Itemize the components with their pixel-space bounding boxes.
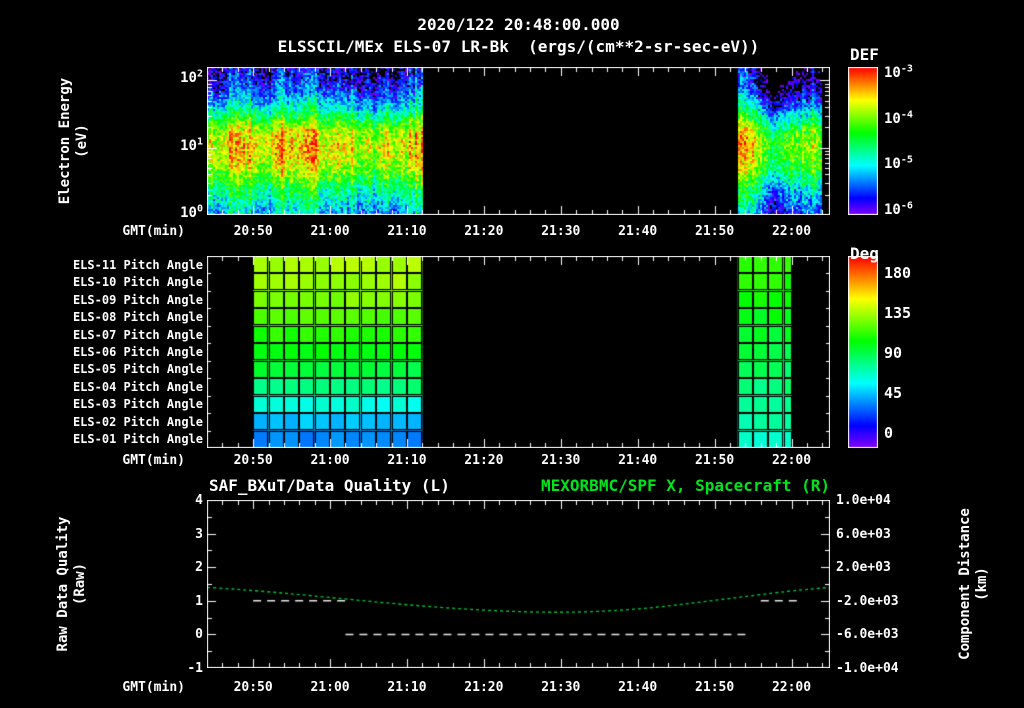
quality-tick-label: 3: [195, 526, 203, 542]
pitch-row-label: ELS-01 Pitch Angle: [72, 432, 203, 447]
time-tick-label: 22:00: [771, 224, 812, 239]
deg-colorbar: [848, 256, 878, 448]
time-tick-label: 21:10: [387, 224, 427, 239]
time-tick-label: 21:30: [541, 453, 581, 468]
energy-axis-label: Electron Energy (eV): [57, 31, 91, 251]
quality-tick-label: 0: [195, 627, 203, 643]
time-tick-label: 21:40: [618, 453, 658, 468]
distance-axis-label-line2: (km): [974, 567, 990, 601]
quality-axis-label-line2: (Raw): [72, 562, 88, 606]
sddas-plot-window: 2020/122 20:48:00.000 ELSSCIL/MEx ELS-07…: [0, 0, 1024, 708]
gmt-axis-label: GMT(min): [122, 453, 185, 468]
deg-colorbar-title: Deg: [850, 244, 879, 263]
gmt-axis-label: GMT(min): [122, 680, 185, 695]
time-tick-label: 21:10: [387, 680, 427, 695]
quality-series-title: SAF_BXuT/Data Quality (L): [209, 476, 450, 495]
distance-axis-label-line1: Component Distance: [957, 508, 973, 660]
time-tick-label: 21:10: [387, 453, 427, 468]
def-tick-label: 10-4: [884, 109, 913, 127]
plot-datetime: 2020/122 20:48:00.000: [417, 15, 620, 34]
time-tick-label: 21:00: [310, 680, 350, 695]
pitch-row-label: ELS-04 Pitch Angle: [72, 379, 203, 394]
time-tick-label: 22:00: [771, 453, 812, 468]
quality-tick-label: -1: [187, 661, 203, 676]
energy-axis-label-line2: (eV): [74, 124, 90, 158]
time-tick-label: 22:00: [771, 680, 812, 695]
pitch-row-label: ELS-03 Pitch Angle: [72, 397, 203, 412]
distance-tick-label: -1.0e+04: [836, 661, 899, 676]
electron-energy-spectrogram: [207, 67, 830, 215]
time-tick-label: 21:50: [695, 453, 735, 468]
pitch-row-label: ELS-06 Pitch Angle: [72, 345, 203, 359]
quality-tick-label: 2: [195, 560, 203, 576]
deg-tick-label: 0: [884, 424, 894, 442]
pitch-row-label: ELS-08 Pitch Angle: [72, 310, 203, 325]
time-tick-label: 21:00: [310, 224, 350, 239]
time-tick-label: 21:20: [464, 453, 504, 468]
energy-tick-label: 101: [180, 136, 203, 154]
distance-tick-label: 6.0e+03: [836, 526, 891, 542]
gmt-axis-label: GMT(min): [122, 224, 185, 239]
def-colorbar-title: DEF: [850, 45, 879, 64]
pitch-row-label: ELS-07 Pitch Angle: [72, 327, 203, 342]
line-plot-panel: [207, 500, 830, 668]
time-tick-label: 21:00: [310, 453, 350, 468]
def-colorbar: [848, 67, 878, 215]
time-tick-label: 21:30: [541, 224, 581, 239]
deg-tick-label: 45: [884, 384, 903, 402]
time-tick-label: 20:50: [233, 224, 273, 239]
distance-tick-label: -2.0e+03: [836, 593, 899, 609]
pitch-row-label: ELS-05 Pitch Angle: [72, 362, 203, 377]
pitch-angle-panel: [207, 256, 830, 448]
time-tick-label: 21:50: [695, 680, 735, 695]
def-tick-label: 10-5: [884, 154, 913, 173]
def-tick-label: 10-6: [884, 200, 913, 219]
time-tick-label: 21:40: [618, 224, 658, 239]
time-tick-label: 21:20: [464, 680, 504, 695]
quality-tick-label: 1: [195, 593, 203, 609]
pitch-row-label: ELS-10 Pitch Angle: [72, 275, 203, 290]
time-tick-label: 21:30: [541, 680, 581, 695]
time-tick-label: 20:50: [233, 680, 273, 695]
plot-title: ELSSCIL/MEx ELS-07 LR-Bk (ergs/(cm**2-sr…: [277, 37, 760, 56]
pitch-row-label: ELS-11 Pitch Angle: [72, 257, 203, 272]
pitch-row-label: ELS-09 Pitch Angle: [72, 292, 203, 307]
time-tick-label: 21:20: [464, 224, 504, 239]
energy-tick-label: 100: [180, 203, 203, 221]
time-tick-label: 20:50: [233, 453, 273, 468]
energy-tick-label: 102: [180, 68, 203, 87]
distance-tick-label: 1.0e+04: [836, 493, 891, 508]
deg-tick-label: 180: [884, 264, 912, 282]
spacecraft-series-title: MEXORBMC/SPF X, Spacecraft (R): [541, 476, 830, 495]
distance-tick-label: -6.0e+03: [836, 627, 899, 643]
deg-tick-label: 90: [884, 344, 903, 362]
distance-axis-label: Component Distance (km): [957, 474, 991, 694]
time-tick-label: 21:50: [695, 224, 735, 239]
def-tick-label: 10-3: [884, 63, 913, 81]
distance-tick-label: 2.0e+03: [836, 560, 891, 576]
pitch-row-label: ELS-02 Pitch Angle: [72, 414, 203, 429]
deg-tick-label: 135: [884, 304, 912, 322]
time-tick-label: 21:40: [618, 680, 658, 695]
energy-axis-label-line1: Electron Energy: [57, 77, 73, 205]
quality-tick-label: 4: [195, 493, 203, 508]
quality-axis-label-line1: Raw Data Quality: [55, 516, 71, 652]
quality-axis-label: Raw Data Quality (Raw): [55, 474, 89, 694]
